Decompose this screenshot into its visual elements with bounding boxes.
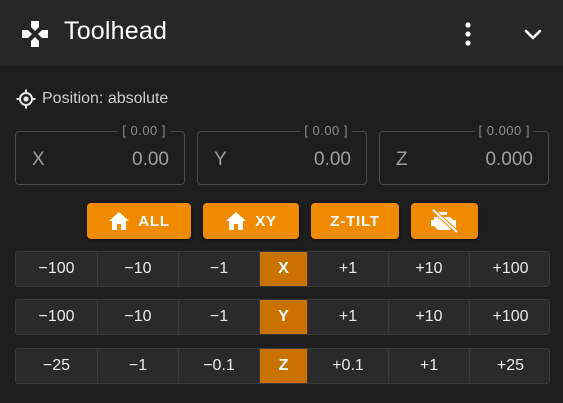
y-position-field[interactable]: [ 0.00 ] Y 0.00 xyxy=(197,123,367,185)
x-jog-plus-10-button[interactable]: +10 xyxy=(389,252,470,286)
home-all-button[interactable]: ALL xyxy=(87,203,191,239)
y-jog-plus-100-button[interactable]: +100 xyxy=(470,300,549,334)
z-tilt-button[interactable]: Z-TILT xyxy=(311,203,399,239)
home-all-label: ALL xyxy=(138,212,170,230)
z-tilt-label: Z-TILT xyxy=(330,212,380,230)
z-jog-minus-25-button[interactable]: −25 xyxy=(16,349,98,383)
y-jog-plus-1-button[interactable]: +1 xyxy=(308,300,389,334)
y-jog-minus-10-button[interactable]: −10 xyxy=(98,300,179,334)
y-axis-badge: Y xyxy=(260,300,308,334)
y-jog-minus-100-button[interactable]: −100 xyxy=(16,300,98,334)
toolhead-card: Toolhead Position: absolute [ 0.00 ] X 0… xyxy=(0,0,563,403)
chevron-down-icon[interactable] xyxy=(521,22,545,46)
x-requested-position: [ 0.00 ] xyxy=(118,123,170,138)
crosshairs-gps-icon xyxy=(16,89,36,109)
z-jog-minus-0-1-button[interactable]: −0.1 xyxy=(179,349,260,383)
position-mode-toggle[interactable]: Position: absolute xyxy=(16,89,168,109)
z-jog-plus-0-1-button[interactable]: +0.1 xyxy=(308,349,389,383)
engine-off-icon xyxy=(430,209,458,233)
x-position-value[interactable]: 0.00 xyxy=(132,149,169,171)
home-icon xyxy=(226,212,247,230)
x-jog-minus-10-button[interactable]: −10 xyxy=(98,252,179,286)
z-position-field[interactable]: [ 0.000 ] Z 0.000 xyxy=(379,123,549,185)
z-position-value[interactable]: 0.000 xyxy=(485,149,533,171)
x-position-field[interactable]: [ 0.00 ] X 0.00 xyxy=(15,123,185,185)
card-header: Toolhead xyxy=(0,0,563,66)
z-axis-badge: Z xyxy=(260,349,308,383)
x-jog-minus-100-button[interactable]: −100 xyxy=(16,252,98,286)
x-jog-plus-100-button[interactable]: +100 xyxy=(470,252,549,286)
y-position-value[interactable]: 0.00 xyxy=(314,149,351,171)
z-requested-position: [ 0.000 ] xyxy=(474,123,534,138)
gamepad-icon xyxy=(22,21,48,47)
motors-off-button[interactable] xyxy=(411,203,478,239)
x-jog-minus-1-button[interactable]: −1 xyxy=(179,252,260,286)
home-icon xyxy=(109,212,130,230)
y-jog-minus-1-button[interactable]: −1 xyxy=(179,300,260,334)
y-jog-plus-10-button[interactable]: +10 xyxy=(389,300,470,334)
position-mode-label: Position: absolute xyxy=(42,90,169,107)
x-jog-plus-1-button[interactable]: +1 xyxy=(308,252,389,286)
more-vertical-icon[interactable] xyxy=(456,21,480,47)
home-xy-label: XY xyxy=(255,212,277,230)
x-axis-badge: X xyxy=(260,252,308,286)
z-jog-plus-25-button[interactable]: +25 xyxy=(470,349,549,383)
z-jog-plus-1-button[interactable]: +1 xyxy=(389,349,470,383)
y-jog-row: −100 −10 −1 Y +1 +10 +100 xyxy=(15,299,550,335)
z-jog-minus-1-button[interactable]: −1 xyxy=(98,349,179,383)
y-requested-position: [ 0.00 ] xyxy=(300,123,352,138)
y-axis-label: Y xyxy=(214,149,227,170)
z-axis-label: Z xyxy=(396,149,408,170)
card-title: Toolhead xyxy=(64,17,168,45)
x-jog-row: −100 −10 −1 X +1 +10 +100 xyxy=(15,251,550,287)
x-axis-label: X xyxy=(32,149,45,170)
z-jog-row: −25 −1 −0.1 Z +0.1 +1 +25 xyxy=(15,348,550,384)
home-xy-button[interactable]: XY xyxy=(203,203,299,239)
